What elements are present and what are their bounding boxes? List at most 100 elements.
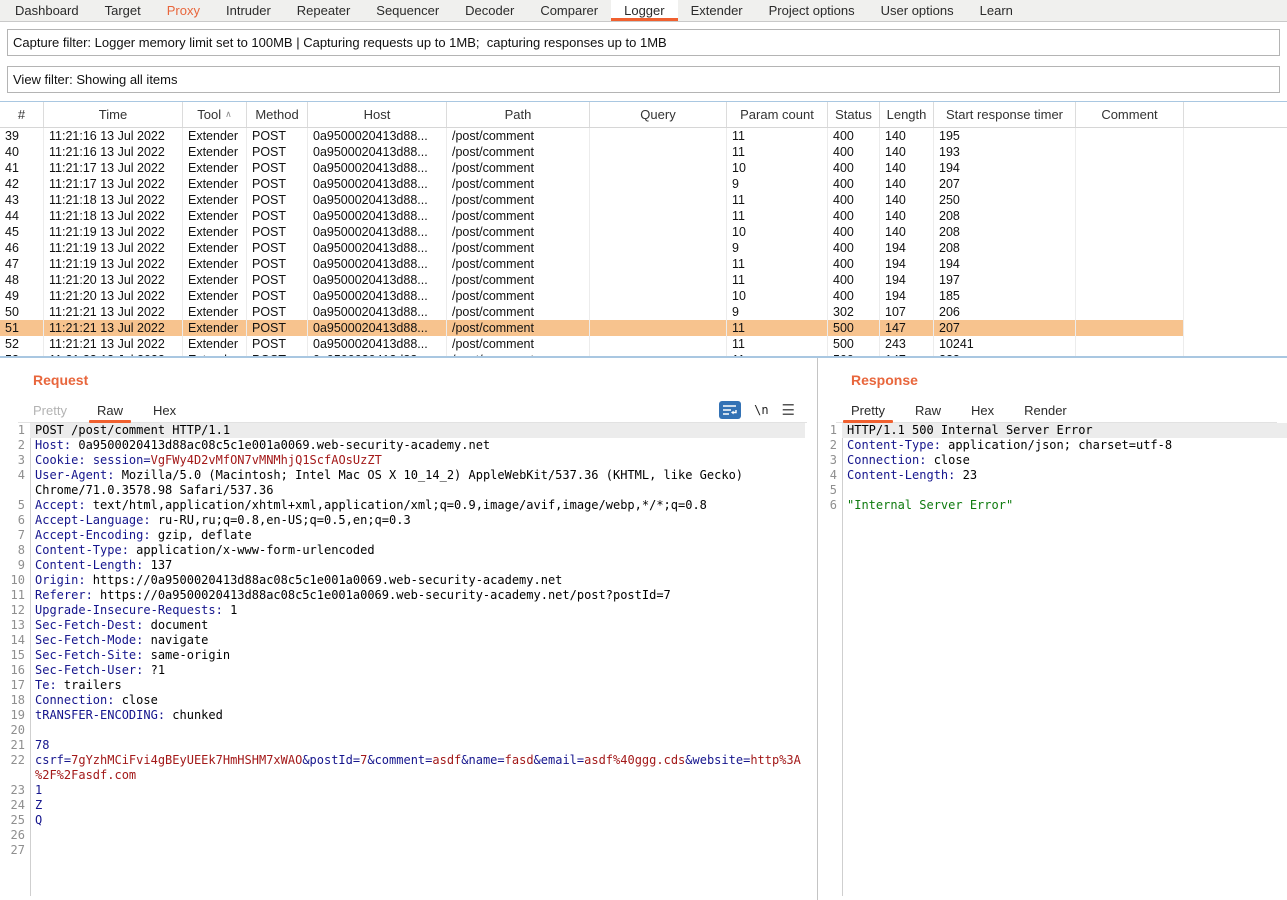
request-panel: Request PrettyRawHex \n ☰ 1POST /post/co… — [0, 358, 817, 900]
menu-tab-target[interactable]: Target — [92, 0, 154, 21]
cell-path: /post/comment — [447, 320, 590, 336]
editor-line: 4User-Agent: Mozilla/5.0 (Macintosh; Int… — [0, 468, 805, 498]
menu-tab-project-options[interactable]: Project options — [756, 0, 868, 21]
cell-status: 400 — [828, 144, 880, 160]
column-header-start-response-timer[interactable]: Start response timer — [934, 102, 1076, 127]
cell-host: 0a9500020413d88... — [308, 192, 447, 208]
cell-filler — [1184, 320, 1287, 336]
column-header-method[interactable]: Method — [247, 102, 308, 127]
editor-line: 4Content-Length: 23 — [818, 468, 1287, 483]
response-tab-pretty[interactable]: Pretty — [836, 398, 900, 422]
response-panel: Response PrettyRawHexRender 1HTTP/1.1 50… — [817, 358, 1287, 900]
column-header-query[interactable]: Query — [590, 102, 727, 127]
cell-tool: Extender — [183, 304, 247, 320]
menu-tab-learn[interactable]: Learn — [967, 0, 1026, 21]
request-editor[interactable]: 1POST /post/comment HTTP/1.12Host: 0a950… — [0, 423, 805, 896]
cell-length: 243 — [880, 336, 934, 352]
table-row[interactable]: 4311:21:18 13 Jul 2022ExtenderPOST0a9500… — [0, 192, 1287, 208]
line-number: 26 — [0, 828, 30, 843]
cell-method: POST — [247, 272, 308, 288]
cell-comment — [1076, 304, 1184, 320]
line-text: Content-Length: 23 — [842, 468, 1287, 483]
cell-method: POST — [247, 336, 308, 352]
cell-time: 11:21:16 13 Jul 2022 — [44, 128, 183, 144]
menu-tab-logger[interactable]: Logger — [611, 0, 677, 21]
cell-param-count: 11 — [727, 336, 828, 352]
menu-tab-intruder[interactable]: Intruder — [213, 0, 284, 21]
column-header-[interactable]: # — [0, 102, 44, 127]
table-row[interactable]: 4911:21:20 13 Jul 2022ExtenderPOST0a9500… — [0, 288, 1287, 304]
newline-toggle-icon[interactable]: \n — [754, 403, 768, 417]
line-text: Sec-Fetch-Site: same-origin — [30, 648, 805, 663]
cell-start-response-timer: 250 — [934, 192, 1076, 208]
column-header-comment[interactable]: Comment — [1076, 102, 1184, 127]
table-row[interactable]: 4811:21:20 13 Jul 2022ExtenderPOST0a9500… — [0, 272, 1287, 288]
cell-status: 400 — [828, 272, 880, 288]
column-header-host[interactable]: Host — [308, 102, 447, 127]
table-row[interactable]: 4611:21:19 13 Jul 2022ExtenderPOST0a9500… — [0, 240, 1287, 256]
response-tab-hex[interactable]: Hex — [956, 398, 1009, 422]
column-header-length[interactable]: Length — [880, 102, 934, 127]
table-row[interactable]: 4411:21:18 13 Jul 2022ExtenderPOST0a9500… — [0, 208, 1287, 224]
editor-menu-icon[interactable]: ☰ — [782, 403, 795, 418]
cell-tool: Extender — [183, 192, 247, 208]
table-row[interactable]: 5011:21:21 13 Jul 2022ExtenderPOST0a9500… — [0, 304, 1287, 320]
menu-tab-user-options[interactable]: User options — [868, 0, 967, 21]
table-row[interactable]: 4011:21:16 13 Jul 2022ExtenderPOST0a9500… — [0, 144, 1287, 160]
cell-status: 400 — [828, 208, 880, 224]
table-row-selected[interactable]: 5111:21:21 13 Jul 2022ExtenderPOST0a9500… — [0, 320, 1287, 336]
word-wrap-icon[interactable] — [719, 401, 741, 419]
line-text — [30, 843, 805, 858]
column-header-status[interactable]: Status — [828, 102, 880, 127]
cell-param-count: 9 — [727, 176, 828, 192]
cell-start-response-timer: 197 — [934, 272, 1076, 288]
editor-line: 12Upgrade-Insecure-Requests: 1 — [0, 603, 805, 618]
column-header-tool[interactable]: Tool∧ — [183, 102, 247, 127]
table-row[interactable]: 4511:21:19 13 Jul 2022ExtenderPOST0a9500… — [0, 224, 1287, 240]
editor-line: 13Sec-Fetch-Dest: document — [0, 618, 805, 633]
menu-tab-proxy[interactable]: Proxy — [154, 0, 213, 21]
table-row[interactable]: 4111:21:17 13 Jul 2022ExtenderPOST0a9500… — [0, 160, 1287, 176]
cell-comment — [1076, 128, 1184, 144]
menu-tab-comparer[interactable]: Comparer — [527, 0, 611, 21]
editor-line: 2178 — [0, 738, 805, 753]
menu-tab-extender[interactable]: Extender — [678, 0, 756, 21]
cell-length: 140 — [880, 144, 934, 160]
column-header-param-count[interactable]: Param count — [727, 102, 828, 127]
cell-query — [590, 288, 727, 304]
table-row[interactable]: 4711:21:19 13 Jul 2022ExtenderPOST0a9500… — [0, 256, 1287, 272]
menu-tab-repeater[interactable]: Repeater — [284, 0, 363, 21]
line-number: 6 — [0, 513, 30, 528]
cell-param-count: 11 — [727, 208, 828, 224]
cell-host: 0a9500020413d88... — [308, 176, 447, 192]
column-header-time[interactable]: Time — [44, 102, 183, 127]
response-editor[interactable]: 1HTTP/1.1 500 Internal Server Error2Cont… — [818, 423, 1287, 896]
cell-param-count: 9 — [727, 240, 828, 256]
cell-param-count: 9 — [727, 304, 828, 320]
cell-comment — [1076, 288, 1184, 304]
cell-host: 0a9500020413d88... — [308, 144, 447, 160]
cell-path: /post/comment — [447, 240, 590, 256]
view-filter-bar[interactable]: View filter: Showing all items — [7, 66, 1280, 93]
line-number: 10 — [0, 573, 30, 588]
line-number: 21 — [0, 738, 30, 753]
cell-host: 0a9500020413d88... — [308, 272, 447, 288]
table-row[interactable]: 5211:21:21 13 Jul 2022ExtenderPOST0a9500… — [0, 336, 1287, 352]
request-tab-pretty[interactable]: Pretty — [18, 398, 82, 422]
editor-line: 16Sec-Fetch-User: ?1 — [0, 663, 805, 678]
request-tab-hex[interactable]: Hex — [138, 398, 191, 422]
menu-tab-decoder[interactable]: Decoder — [452, 0, 527, 21]
table-row[interactable]: 3911:21:16 13 Jul 2022ExtenderPOST0a9500… — [0, 128, 1287, 144]
response-tab-raw[interactable]: Raw — [900, 398, 956, 422]
line-text: Accept: text/html,application/xhtml+xml,… — [30, 498, 805, 513]
cell-start-response-timer: 206 — [934, 304, 1076, 320]
response-tab-render[interactable]: Render — [1009, 398, 1082, 422]
menu-tab-dashboard[interactable]: Dashboard — [2, 0, 92, 21]
cell-: 46 — [0, 240, 44, 256]
line-number: 25 — [0, 813, 30, 828]
menu-tab-sequencer[interactable]: Sequencer — [363, 0, 452, 21]
column-header-path[interactable]: Path — [447, 102, 590, 127]
table-row[interactable]: 4211:21:17 13 Jul 2022ExtenderPOST0a9500… — [0, 176, 1287, 192]
capture-filter-bar[interactable]: Capture filter: Logger memory limit set … — [7, 29, 1280, 56]
request-tab-raw[interactable]: Raw — [82, 398, 138, 422]
